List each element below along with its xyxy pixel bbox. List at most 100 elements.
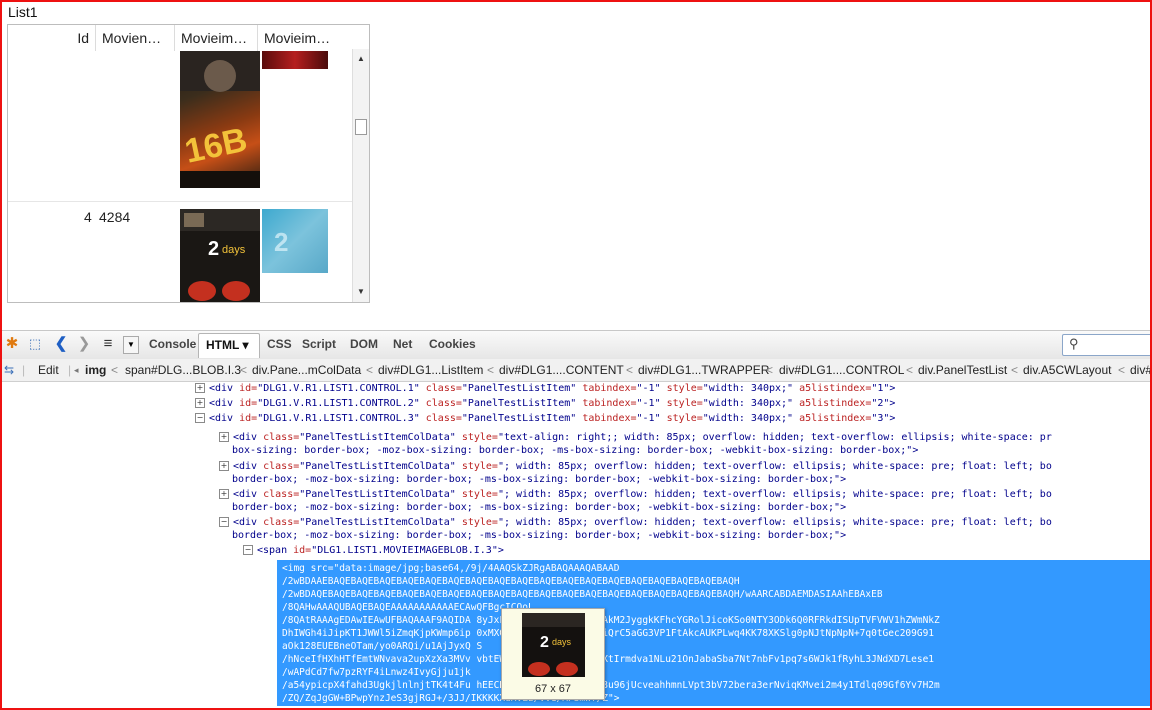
collapse-node-icon[interactable]: −: [219, 517, 229, 527]
attribute-value: "PanelTestListItemColData": [299, 461, 456, 472]
dom-node-line[interactable]: + <div class="PanelTestListItemColData" s…: [219, 460, 1052, 474]
list-item[interactable]: 4 4284 2 days 2: [8, 203, 353, 302]
dom-node-line[interactable]: − <div class="PanelTestListItemColData" s…: [219, 516, 1052, 530]
breadcrumb-item[interactable]: img: [85, 363, 106, 377]
column-header-id[interactable]: Id: [8, 25, 96, 51]
attribute-value: "PanelTestListItemColData": [299, 517, 456, 528]
tag-close: >: [497, 545, 504, 556]
attribute-value: "PanelTestListItem": [461, 383, 577, 394]
dom-node-line[interactable]: + <div id="DLG1.V.R1.LIST1.CONTROL.2" cla…: [195, 397, 895, 411]
back-arrow-icon[interactable]: ❮: [52, 335, 70, 353]
expand-node-icon[interactable]: +: [219, 489, 229, 499]
list-scrollbar[interactable]: ▲ ▼: [352, 49, 369, 302]
attribute-value: box-sizing: border-box; -moz-box-sizing:…: [232, 445, 919, 456]
tab-net[interactable]: Net: [393, 337, 412, 351]
breadcrumb-item[interactable]: div#: [1130, 363, 1152, 377]
attribute-value: "DLG1.V.R1.LIST1.CONTROL.1": [257, 383, 420, 394]
expand-node-icon[interactable]: +: [195, 383, 205, 393]
column-header-movieimage-1[interactable]: Movieim…: [175, 25, 258, 51]
breadcrumb-separator: <: [1011, 363, 1019, 377]
movie-poster-image: 16B: [180, 51, 260, 188]
breadcrumb-separator: <: [906, 363, 914, 377]
edit-button[interactable]: Edit: [38, 363, 59, 377]
breadcrumb-item[interactable]: div.A5CWLayout: [1023, 363, 1111, 377]
tag-name: <div: [209, 413, 234, 424]
tag-name: <span: [257, 545, 288, 556]
attribute-name: class=: [419, 398, 462, 409]
breadcrumb: ⇆ | Edit | ◂ img < span#DLG...BLOB.I.3 <…: [0, 359, 1152, 382]
svg-text:days: days: [552, 637, 572, 647]
dom-node-continuation[interactable]: border-box; -moz-box-sizing: border-box;…: [232, 529, 846, 543]
attribute-name: a5listindex=: [793, 383, 872, 394]
tag-name: <div: [233, 461, 258, 472]
collapse-node-icon[interactable]: −: [195, 413, 205, 423]
attribute-name: class=: [419, 383, 462, 394]
collapse-node-icon[interactable]: −: [243, 545, 253, 555]
attribute-name: style=: [455, 461, 498, 472]
attribute-name: class=: [257, 489, 300, 500]
dom-node-line[interactable]: − <div id="DLG1.V.R1.LIST1.CONTROL.3" cla…: [195, 412, 895, 426]
attribute-name: id=: [233, 398, 258, 409]
dom-node-line[interactable]: + <div id="DLG1.V.R1.LIST1.CONTROL.1" cla…: [195, 382, 895, 396]
forward-arrow-icon[interactable]: ❯: [75, 335, 93, 353]
column-header-moviename[interactable]: Moviena…: [96, 25, 175, 51]
search-input[interactable]: ⚲: [1062, 334, 1152, 356]
breadcrumb-item[interactable]: div#DLG1...ListItem: [378, 363, 483, 377]
dom-node-line[interactable]: + <div class="PanelTestListItemColData" s…: [219, 488, 1052, 502]
inspect-element-icon[interactable]: ⬚: [26, 335, 44, 353]
image-preview-tooltip: 2 days 67 x 67: [501, 608, 605, 700]
tab-cookies[interactable]: Cookies: [429, 337, 476, 351]
dom-node-continuation[interactable]: box-sizing: border-box; -moz-box-sizing:…: [232, 444, 918, 458]
expand-node-icon[interactable]: +: [195, 398, 205, 408]
breadcrumb-item[interactable]: span#DLG...BLOB.I.3: [125, 363, 241, 377]
list-header: Id Moviena… Movieim… Movieim…: [8, 25, 353, 51]
tab-console[interactable]: Console: [149, 337, 196, 351]
scroll-down-arrow-icon[interactable]: ▼: [353, 284, 369, 300]
image-dimensions-label: 67 x 67: [534, 683, 572, 695]
movie-poster-thumbnail: 2: [262, 209, 328, 273]
svg-text:2: 2: [208, 238, 219, 260]
tab-html-label: HTML ▾: [206, 338, 249, 352]
breadcrumb-item[interactable]: div#DLG1....CONTENT: [499, 363, 624, 377]
breadcrumb-item[interactable]: div.PanelTestList: [918, 363, 1007, 377]
dom-node-continuation[interactable]: border-box; -moz-box-sizing: border-box;…: [232, 473, 846, 487]
dom-node-line[interactable]: − <span id="DLG1.LIST1.MOVIEIMAGEBLOB.I.3…: [243, 544, 504, 558]
attribute-value: "text-align: right;; width: 85px; overfl…: [497, 432, 1052, 443]
scroll-thumb[interactable]: [355, 119, 367, 135]
attribute-value: "; width: 85px; overflow: hidden; text-o…: [497, 517, 1052, 528]
list-control[interactable]: Id Moviena… Movieim… Movieim… 16B 4 4284…: [7, 24, 370, 303]
breadcrumb-item[interactable]: div.Pane...mColData: [252, 363, 361, 377]
tag-close: >: [889, 413, 896, 424]
attribute-value: "width: 340px;": [702, 383, 794, 394]
tab-html[interactable]: HTML ▾: [198, 333, 260, 358]
element-path-icon[interactable]: ⇆: [4, 363, 14, 377]
selected-source-line: DhIWGh4iJipKT1JWWl5iZmqKjpKWmp6ip 0xMXGx…: [282, 628, 935, 639]
breadcrumb-item[interactable]: div#DLG1....CONTROL: [779, 363, 904, 377]
firebug-bug-icon[interactable]: ✱: [3, 335, 21, 353]
scroll-up-arrow-icon[interactable]: ▲: [353, 51, 369, 67]
selected-source-line: /a54ypicpX4fahd3UgkjlnlnjtTK4t4Fu hEECRo…: [282, 680, 940, 691]
tab-dom[interactable]: DOM: [350, 337, 378, 351]
dom-node-continuation[interactable]: border-box; -moz-box-sizing: border-box;…: [232, 501, 846, 515]
row-id: 4: [84, 209, 92, 225]
attribute-name: style=: [660, 413, 703, 424]
dropdown-arrow-icon[interactable]: ▼: [123, 336, 139, 354]
attribute-name: style=: [455, 517, 498, 528]
column-header-movieimage-2[interactable]: Movieim…: [258, 25, 353, 51]
expand-node-icon[interactable]: +: [219, 461, 229, 471]
list-title: List1: [8, 4, 38, 20]
list-item[interactable]: 16B: [8, 51, 353, 202]
tab-script[interactable]: Script: [302, 337, 336, 351]
attribute-value: "width: 340px;": [702, 413, 794, 424]
dom-node-line[interactable]: + <div class="PanelTestListItemColData" s…: [219, 431, 1052, 445]
expand-node-icon[interactable]: +: [219, 432, 229, 442]
breadcrumb-item[interactable]: div#DLG1...TWRAPPER: [638, 363, 769, 377]
attribute-name: style=: [660, 398, 703, 409]
selected-source-line: /wAPdCd7fw7pzRYF4iLnwz4IvyGjju1jk: [282, 667, 471, 678]
selected-source-line: /hNceIfHXhHTfEmtWNvava2upXzXa3MVv vbtEWR…: [282, 654, 935, 665]
attribute-value: "-1": [636, 383, 661, 394]
panel-list-icon[interactable]: ≡: [99, 335, 117, 353]
tag-name: <div: [233, 517, 258, 528]
tab-css[interactable]: CSS: [267, 337, 292, 351]
scroll-left-icon[interactable]: ◂: [74, 365, 79, 376]
